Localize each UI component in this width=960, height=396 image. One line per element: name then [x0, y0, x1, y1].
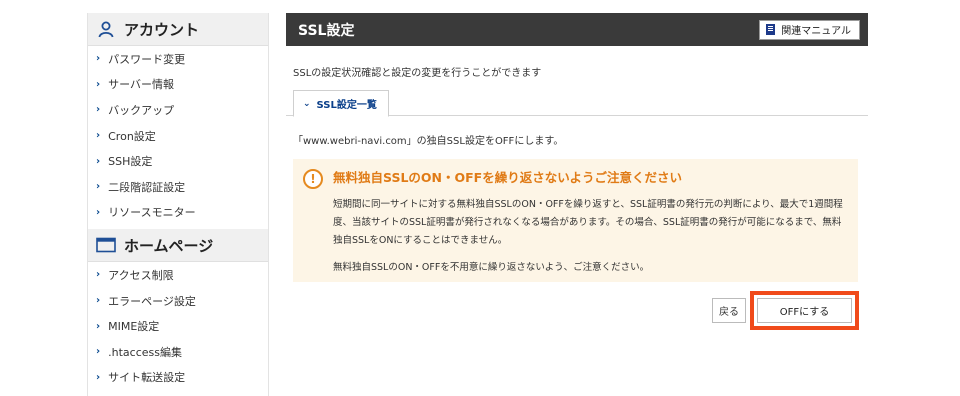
- sidebar-item-mime[interactable]: › MIME設定: [88, 313, 268, 339]
- sidebar-item-label: SSH設定: [108, 155, 153, 169]
- chevron-right-icon: ›: [96, 269, 101, 281]
- sidebar-item-label: エラーページ設定: [108, 294, 196, 308]
- sidebar-item-label: アクセス制限: [108, 268, 174, 282]
- sidebar-item-htaccess[interactable]: › .htaccess編集: [88, 339, 268, 365]
- window-icon: [96, 235, 116, 255]
- main-content: SSL設定 関連マニュアル SSLの設定状況確認と設定の変更を行うことができます…: [286, 13, 868, 330]
- page-description: SSLの設定状況確認と設定の変更を行うことができます: [293, 68, 542, 79]
- sidebar-item-server-info[interactable]: › サーバー情報: [88, 72, 268, 98]
- account-section-header: アカウント: [88, 13, 268, 46]
- chevron-right-icon: ›: [96, 53, 101, 65]
- chevron-right-icon: ›: [96, 320, 101, 332]
- action-bar: 戻る OFFにする: [712, 291, 859, 330]
- warning-paragraph: 短期間に同一サイトに対する無料独自SSLのON・OFFを繰り返すと、SSL証明書…: [333, 199, 843, 246]
- sidebar-item-access-restriction[interactable]: › アクセス制限: [88, 262, 268, 288]
- warning-paragraph: 無料独自SSLのON・OFFを不用意に繰り返さないよう、ご注意ください。: [333, 262, 650, 273]
- confirm-notice: 「www.webri-navi.com」の独自SSL設定をOFFにします。: [293, 136, 564, 147]
- related-manual-label: 関連マニュアル: [781, 26, 851, 37]
- tab-bar: ⌄ SSL設定一覧: [286, 90, 868, 117]
- related-manual-button[interactable]: 関連マニュアル: [759, 19, 860, 40]
- sidebar-item-cron[interactable]: › Cron設定: [88, 123, 268, 149]
- warning-title: 無料独自SSLのON・OFFを繰り返さないようご注意ください: [333, 170, 682, 185]
- back-button[interactable]: 戻る: [712, 298, 746, 323]
- chevron-right-icon: ›: [96, 371, 101, 383]
- chevron-right-icon: ›: [96, 104, 101, 116]
- chevron-right-icon: ›: [96, 78, 101, 90]
- warning-body: 短期間に同一サイトに対する無料独自SSLのON・OFFを繰り返すと、SSL証明書…: [333, 196, 846, 277]
- turn-off-button[interactable]: OFFにする: [757, 298, 852, 323]
- chevron-right-icon: ›: [96, 346, 101, 358]
- homepage-section-title: ホームページ: [124, 236, 214, 255]
- sidebar: アカウント › パスワード変更 › サーバー情報 › バックアップ › Cron設定 ›…: [87, 13, 269, 396]
- chevron-right-icon: ›: [96, 155, 101, 167]
- highlight-frame: OFFにする: [750, 291, 859, 330]
- sidebar-item-label: バックアップ: [108, 103, 175, 117]
- sidebar-item-backup[interactable]: › バックアップ: [88, 97, 268, 123]
- homepage-menu: › アクセス制限 › エラーページ設定 › MIME設定 › .htaccess編集 ›…: [88, 262, 268, 390]
- chevron-down-icon: ⌄: [303, 98, 311, 109]
- homepage-section-header: ホームページ: [88, 229, 268, 263]
- account-menu: › パスワード変更 › サーバー情報 › バックアップ › Cron設定 › SSH設定 …: [88, 46, 268, 225]
- tab-ssl-list[interactable]: ⌄ SSL設定一覧: [293, 90, 389, 117]
- sidebar-item-label: サイト転送設定: [108, 371, 186, 385]
- user-icon: [96, 19, 116, 39]
- sidebar-item-ssh[interactable]: › SSH設定: [88, 148, 268, 174]
- chevron-right-icon: ›: [96, 295, 101, 307]
- chevron-right-icon: ›: [96, 130, 101, 142]
- sidebar-item-label: .htaccess編集: [108, 345, 182, 359]
- page-header: SSL設定 関連マニュアル: [286, 13, 868, 46]
- tab-label: SSL設定一覧: [316, 100, 377, 111]
- chevron-right-icon: ›: [96, 181, 101, 193]
- sidebar-item-error-page[interactable]: › エラーページ設定: [88, 288, 268, 314]
- sidebar-item-label: パスワード変更: [108, 52, 186, 66]
- sidebar-item-label: リソースモニター: [108, 206, 196, 220]
- page-title: SSL設定: [298, 22, 355, 39]
- sidebar-item-password[interactable]: › パスワード変更: [88, 46, 268, 72]
- sidebar-item-two-factor[interactable]: › 二段階認証設定: [88, 174, 268, 200]
- account-section-title: アカウント: [124, 20, 200, 39]
- sidebar-item-label: サーバー情報: [108, 78, 175, 92]
- sidebar-item-site-redirect[interactable]: › サイト転送設定: [88, 365, 268, 391]
- sidebar-item-label: 二段階認証設定: [108, 180, 186, 194]
- warning-box: ! 無料独自SSLのON・OFFを繰り返さないようご注意ください 短期間に同一サ…: [293, 159, 858, 282]
- chevron-right-icon: ›: [96, 206, 101, 218]
- sidebar-item-label: MIME設定: [108, 320, 160, 334]
- exclamation-icon: !: [303, 169, 323, 189]
- book-icon: [766, 24, 776, 35]
- sidebar-item-resource-monitor[interactable]: › リソースモニター: [88, 200, 268, 226]
- sidebar-item-label: Cron設定: [108, 129, 156, 143]
